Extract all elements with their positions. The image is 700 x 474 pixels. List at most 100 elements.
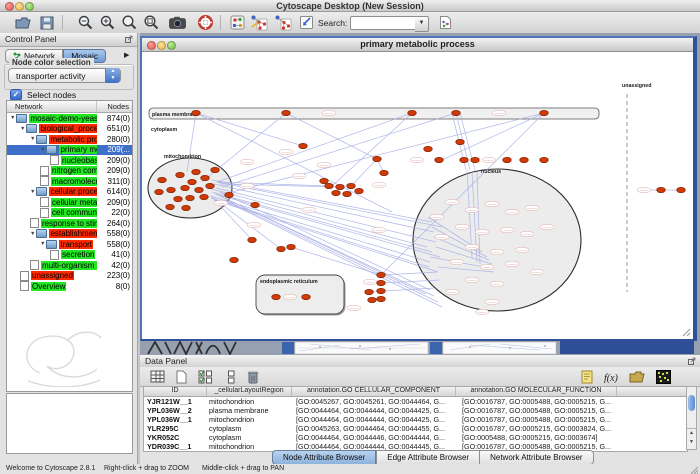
graph-node[interactable]	[251, 202, 260, 207]
graph-node[interactable]	[277, 246, 286, 251]
graph-node[interactable]	[155, 189, 164, 194]
graph-node[interactable]	[188, 179, 197, 184]
node-color-select[interactable]: transporter activity ▲▼	[8, 68, 121, 83]
graph-node[interactable]	[230, 257, 239, 262]
expander-icon[interactable]: ▼	[30, 231, 35, 237]
graph-node[interactable]	[471, 157, 480, 162]
graph-node[interactable]	[158, 177, 167, 182]
graph-node[interactable]	[460, 157, 469, 162]
compartment-nucleus[interactable]	[413, 169, 581, 311]
graph-node[interactable]	[325, 183, 334, 188]
table-row[interactable]: YPL036W__1mitochondrion[GO:0044464, GO:0…	[144, 415, 687, 424]
graph-node[interactable]	[176, 172, 185, 177]
expander-icon[interactable]: ▼	[40, 147, 45, 153]
matrix-view-button[interactable]	[654, 368, 672, 385]
graph-node[interactable]	[206, 183, 215, 188]
tree-item[interactable]: cellular metabo209(0)	[7, 197, 132, 208]
layout-settings-button[interactable]	[228, 14, 246, 31]
graph-node[interactable]	[503, 157, 512, 162]
graph-node[interactable]	[299, 143, 308, 148]
tab-overflow-arrow[interactable]: ▶	[124, 51, 129, 59]
zoom-fit-button[interactable]	[142, 14, 160, 31]
table-mode-button[interactable]	[148, 368, 166, 385]
graph-node[interactable]	[166, 204, 175, 209]
graph-node[interactable]	[186, 195, 195, 200]
graph-node[interactable]	[195, 187, 204, 192]
graph-node[interactable]	[225, 192, 234, 197]
graph-node[interactable]	[336, 184, 345, 189]
vizmapper-create-button[interactable]	[274, 14, 292, 31]
tree-item[interactable]: ▼establishment of lo558(0)	[7, 229, 132, 240]
scrollbar-arrows[interactable]: ▲▼	[687, 428, 696, 449]
graph-node[interactable]	[373, 156, 382, 161]
graph-node[interactable]	[200, 194, 209, 199]
tree-item[interactable]: nucleobase-209(0)	[7, 155, 132, 166]
graph-node[interactable]	[347, 183, 356, 188]
column-id[interactable]: ID	[144, 387, 207, 396]
expander-icon[interactable]: ▼	[40, 241, 45, 247]
compartment-plasma-membrane[interactable]	[149, 108, 599, 119]
zoom-in-button[interactable]	[98, 14, 116, 31]
graph-node[interactable]	[248, 237, 257, 242]
canvas-resize-grip[interactable]	[683, 329, 690, 336]
tree-item[interactable]: macromolecule311(0)	[7, 176, 132, 187]
graph-node[interactable]	[211, 167, 220, 172]
table-row[interactable]: YLR295Ccytoplasm[GO:0045263, GO:0044464,…	[144, 424, 687, 433]
tab-network-attribute-browser[interactable]: Network Attribute Browser	[480, 450, 593, 465]
graph-node[interactable]	[320, 178, 329, 183]
search-input[interactable]	[350, 16, 416, 30]
snapshot-button[interactable]	[168, 14, 186, 31]
graph-node[interactable]	[192, 169, 201, 174]
help-button[interactable]	[196, 14, 214, 31]
graph-node[interactable]	[452, 110, 461, 115]
tree-item[interactable]: cell communicat22(0)	[7, 208, 132, 219]
table-row[interactable]: YPL036W__2plasma membrane[GO:0044464, GO…	[144, 406, 687, 415]
graph-node[interactable]	[677, 187, 686, 192]
network-file-button[interactable]	[436, 14, 454, 31]
graph-node[interactable]	[201, 175, 210, 180]
graph-node[interactable]	[657, 187, 666, 192]
graph-node[interactable]	[540, 157, 549, 162]
zoom-actual-button[interactable]	[120, 14, 138, 31]
graph-node[interactable]	[174, 196, 183, 201]
vizmapper-button[interactable]	[250, 14, 268, 31]
graph-node[interactable]	[424, 146, 433, 151]
resize-grip-icon[interactable]	[689, 465, 699, 474]
graph-node[interactable]	[192, 110, 201, 115]
graph-node[interactable]	[408, 110, 417, 115]
graph-node[interactable]	[380, 170, 389, 175]
tree-item[interactable]: unassigned223(0)	[7, 271, 132, 282]
expander-icon[interactable]: ▼	[20, 126, 25, 132]
unselect-attributes-button[interactable]	[222, 368, 240, 385]
tree-item[interactable]: ▼transport558(0)	[7, 239, 132, 250]
column-molecular-function[interactable]: annotation.GO MOLECULAR_FUNCTION	[456, 387, 617, 396]
graph-node[interactable]	[435, 157, 444, 162]
tree-item[interactable]: Overview8(0)	[7, 281, 132, 292]
graph-node[interactable]	[167, 187, 176, 192]
graph-node[interactable]	[332, 190, 341, 195]
new-attribute-button[interactable]	[172, 368, 190, 385]
import-attributes-button[interactable]	[628, 368, 646, 385]
search-dropdown-arrow[interactable]: ▼	[415, 16, 429, 32]
column-region[interactable]: _cellularLayoutRegion	[207, 387, 292, 396]
tree-item[interactable]: ▼metabolic process280(0)	[7, 134, 132, 145]
graph-node[interactable]	[343, 191, 352, 196]
graph-node[interactable]	[287, 244, 296, 249]
tree-item[interactable]: nitrogen compo209(0)	[7, 166, 132, 177]
tree-item[interactable]: response to stimulu264(0)	[7, 218, 132, 229]
delete-attribute-button[interactable]	[244, 368, 262, 385]
zoom-out-button[interactable]	[76, 14, 94, 31]
tree-item[interactable]: multi-organism pro42(0)	[7, 260, 132, 271]
tree-item[interactable]: ▼cellular process614(0)	[7, 187, 132, 198]
notes-button[interactable]	[578, 368, 596, 385]
expander-icon[interactable]: ▼	[30, 189, 35, 195]
tree-item[interactable]: ▼mosaic-demo-yeast874(0)	[7, 113, 132, 124]
graph-node[interactable]	[365, 289, 374, 294]
tree-item[interactable]: ▼biological_process651(0)	[7, 124, 132, 135]
open-session-button[interactable]	[14, 14, 32, 31]
graph-node[interactable]	[377, 272, 386, 277]
scrollbar-thumb[interactable]	[688, 395, 695, 411]
import-network-button[interactable]	[297, 14, 315, 31]
tab-node-attribute-browser[interactable]: Node Attribute Browser	[272, 450, 376, 465]
float-panel-icon[interactable]	[688, 357, 696, 365]
